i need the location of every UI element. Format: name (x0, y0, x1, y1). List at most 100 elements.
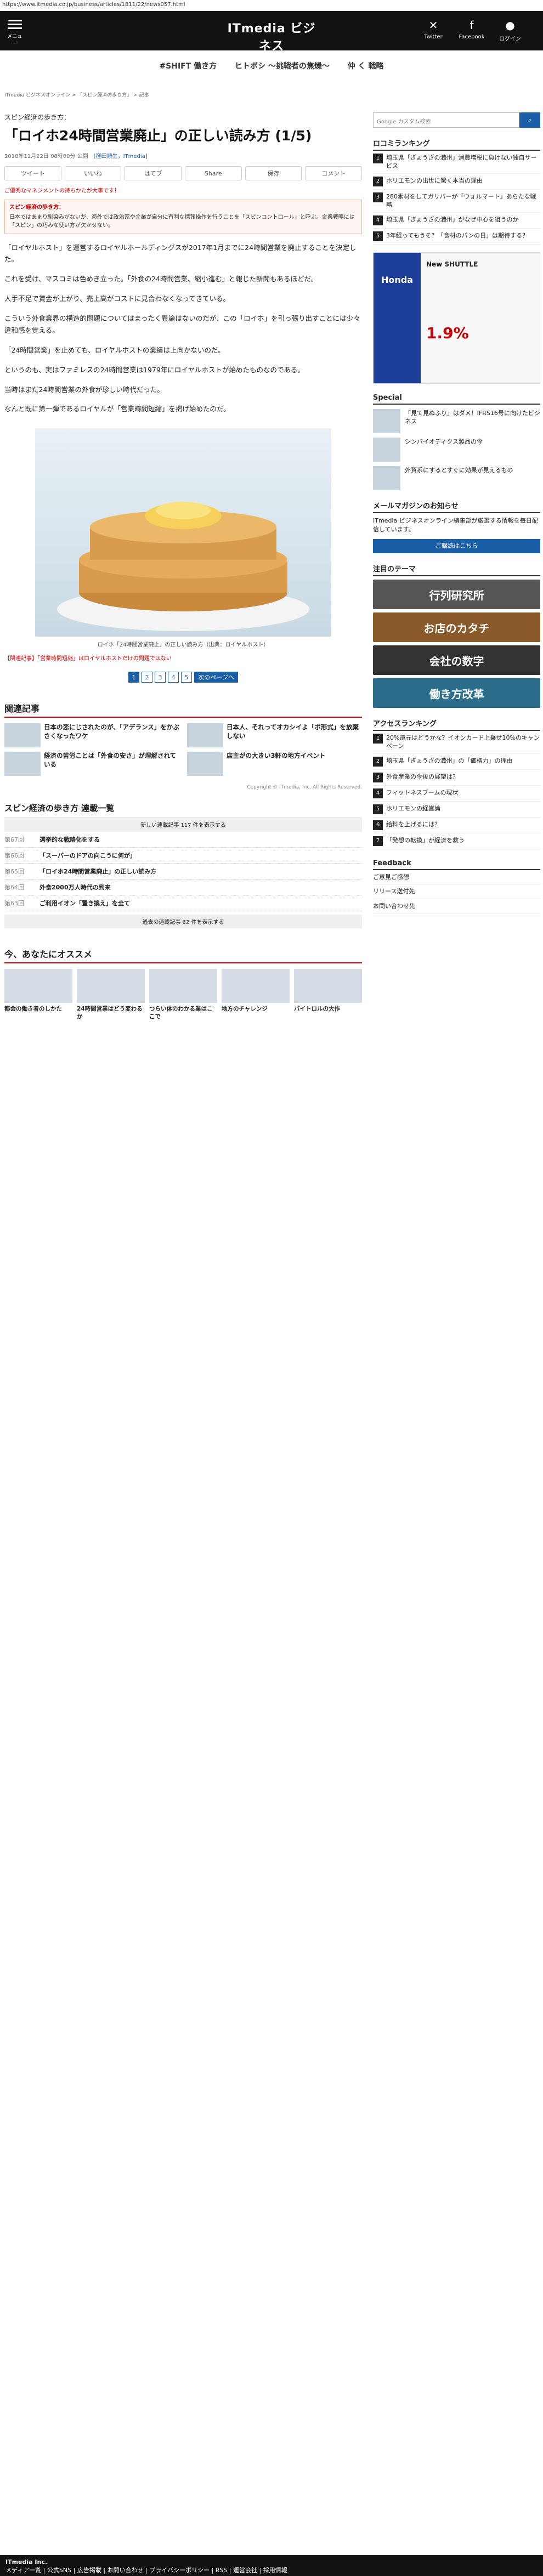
thumbnail (4, 752, 41, 776)
ranking-heading: ロコミランキング (373, 138, 540, 151)
tag-link[interactable]: 仲 く 戦略 (348, 62, 384, 71)
access-item[interactable]: 4 フィットネスブームの現状 (373, 786, 540, 802)
paragraph: というのも、実はファミレスの24時間営業は1979年にロイヤルホストが始めたもの… (4, 365, 304, 374)
share-buttons: ツイート いいね はてブ Share 保存 コメント (4, 166, 363, 180)
thumbnail (373, 437, 400, 462)
promo-link[interactable]: ご優秀なマネジメントの持ちかたが大事です！ (4, 186, 362, 194)
access-item[interactable]: 1 20%還元はどうかな？イオンカード上乗せ10%のキャンペーン (373, 731, 540, 754)
theme-banner[interactable]: 行列研究所 (373, 580, 540, 610)
recommend-item[interactable]: 地方のチャレンジ (222, 969, 290, 1020)
pagination: 1 2 3 4 5 次のページへ (4, 672, 362, 683)
page-2[interactable]: 2 (142, 672, 152, 683)
series-item[interactable]: 第66回 「スーパーのドアの向こうに何が」 (4, 848, 362, 864)
twitter-icon: ✕ (428, 19, 438, 32)
like-button[interactable]: いいね (64, 166, 122, 180)
ranking-item[interactable]: 1 埼玉県「ぎょうざの満州」消費増税に負けない独自サービス (373, 151, 540, 174)
recommend-item[interactable]: バイトロルの大作 (294, 969, 362, 1020)
feedback-heading: Feedback (373, 859, 540, 870)
site-logo[interactable]: ITmedia ビジネス ONLINE (225, 19, 318, 60)
tag-link[interactable]: ヒトボシ ～挑戦者の焦燥～ (235, 62, 330, 71)
thumbnail (222, 969, 290, 1003)
ranking-item[interactable]: 5 3年経ってもうそ？「食材のパンの日」は期待する？ (373, 229, 540, 245)
special-item[interactable]: 「見て見ぬふり」はダメ！IFRS16号に向けたビジネス (373, 408, 540, 433)
access-item[interactable]: 6 給料を上げるには？ (373, 818, 540, 833)
mail-box: ITmedia ビジネスオンライン編集部が厳選する情報を毎日配信しています。 ご… (373, 517, 540, 554)
access-item[interactable]: 5 ホリエモンの経営論 (373, 802, 540, 818)
page-3[interactable]: 3 (155, 672, 166, 683)
thumbnail (4, 723, 41, 748)
thumbnail (149, 969, 217, 1003)
theme-banner[interactable]: 働き方改革 (373, 678, 540, 708)
series-item[interactable]: 第67回 選挙的な戦略化をする (4, 832, 362, 848)
recommend-heading: 今、あなたにオススメ (4, 947, 362, 964)
subscribe-button[interactable]: ご購読はこちら (373, 538, 540, 554)
menu-button[interactable]: メニュー (5, 18, 24, 47)
article-meta: 2018年11月22日 08時00分 公開 [窪田順生，ITmedia] (4, 154, 148, 160)
tag-navigation: #SHIFT 働き方 ヒトボシ ～挑戦者の焦燥～ 仲 く 戦略 (0, 60, 543, 71)
share-button[interactable]: Share (185, 166, 242, 180)
next-page-button[interactable]: 次のページへ (194, 672, 238, 683)
recommend-item[interactable]: 24時間営業はどう変わるか (77, 969, 145, 1020)
save-button[interactable]: 保存 (245, 166, 302, 180)
hatena-button[interactable]: はてブ (125, 166, 182, 180)
series-item[interactable]: 第63回 ご利用イオン「置き換え」を全て (4, 895, 362, 912)
photo-caption: ロイホ「24時間営業廃止」の正しい読み方（出典：ロイヤルホスト） (97, 642, 269, 649)
ranking-item[interactable]: 3 280素材をしてガリバーが「ウォルマート」あらたな戦略 (373, 190, 540, 213)
access-item[interactable]: 3 外食産業の今後の展望は？ (373, 770, 540, 786)
paragraph: 「24時間営業」を止めても、ロイヤルホストの業績は上向かないのだ。 (4, 345, 225, 354)
thumbnail (294, 969, 362, 1003)
special-item[interactable]: 外資系にするとすぐに効果が見えるもの (373, 466, 540, 490)
access-item[interactable]: 7 「発想の転換」が経済を救う (373, 833, 540, 849)
login-button[interactable]: ● ログイン (494, 19, 527, 42)
recommend-grid: 都会の働き者のしかた 24時間営業はどう変わるか つらい体のわかる業はここで 地… (4, 969, 362, 1020)
related-link[interactable]: 【関連記事】「営業時間短縮」はロイヤルホストだけの問題ではない (4, 654, 362, 662)
theme-banner[interactable]: 会社の数字 (373, 645, 540, 676)
tweet-button[interactable]: ツイート (4, 166, 61, 180)
paragraph: これを受け、マスコミは色めき立った。「外食の24時間営業、縮小進む」と報じた新聞… (4, 275, 318, 283)
paragraph: 「ロイヤルホスト」を運営するロイヤルホールディングスが2017年1月までに24時… (4, 243, 357, 264)
search-icon[interactable]: ⌕ (519, 112, 540, 128)
theme-banner[interactable]: お店のカタチ (373, 612, 540, 643)
tag-link[interactable]: #SHIFT 働き方 (159, 62, 217, 71)
page-5[interactable]: 5 (181, 672, 192, 683)
related-item[interactable]: 日本人、それってオカシイよ「ポ形式」を放棄しない (187, 723, 362, 748)
footer-links[interactable]: メディア一覧 | 公式SNS | 広告掲載 | お問い合わせ | プライバシーポ… (5, 2566, 538, 2574)
feedback-link[interactable]: ご意見ご感想 (373, 870, 540, 885)
related-list: 日本の恋にじされたのが、「アデランス」をかぶさくなったワケ 日本人、それってオカ… (4, 723, 362, 776)
sidebar: Google カスタム検索 ⌕ ロコミランキング 1 埼玉県「ぎょうざの満州」消費… (373, 112, 540, 914)
honda-ad[interactable]: Honda New SHUTTLE 1.9% (373, 252, 540, 384)
paragraph: 人手不足で賃金が上がり、売上高がコストに見合わなくなってきている。 (4, 294, 230, 303)
access-item[interactable]: 2 埼玉県「ぎょうざの満州」の「価格力」の理由 (373, 754, 540, 770)
series-intro-box: スピン経済の歩き方： 日本ではあまり馴染みがないが、海外では政治家や企業が自分に… (4, 200, 362, 234)
article-kicker[interactable]: スピン経済の歩き方： (4, 112, 362, 122)
feedback-link[interactable]: リリース送付先 (373, 884, 540, 899)
comment-button[interactable]: コメント (305, 166, 363, 180)
special-item[interactable]: シンバイオディクス製品の今 (373, 437, 540, 462)
search-input[interactable]: Google カスタム検索 (373, 112, 519, 128)
series-item[interactable]: 第64回 外食2000万人時代の到来 (4, 880, 362, 896)
recommend-item[interactable]: つらい体のわかる業はここで (149, 969, 217, 1020)
twitter-button[interactable]: ✕ Twitter (417, 19, 450, 40)
footer-logo[interactable]: ITmedia Inc. (5, 2558, 47, 2566)
access-list: 1 20%還元はどうかな？イオンカード上乗せ10%のキャンペーン 2 埼玉県「ぎょう… (373, 731, 540, 849)
show-newer-button[interactable]: 新しい連載記事 117 件を表示する (4, 817, 362, 832)
user-icon: ● (505, 19, 515, 32)
author-link[interactable]: [窪田順生，ITmedia] (94, 154, 148, 160)
breadcrumb[interactable]: ITmedia ビジネスオンライン > 「スピン経済の歩き方」 > 記事 (4, 91, 149, 98)
address-bar-url[interactable]: https://www.itmedia.co.jp/business/artic… (2, 2, 185, 8)
related-item[interactable]: 経済の苦労ことは「外食の安さ」が理解されている (4, 752, 179, 776)
page-4[interactable]: 4 (168, 672, 179, 683)
facebook-button[interactable]: f Facebook (455, 19, 488, 40)
related-heading: 関連記事 (4, 701, 362, 718)
show-older-button[interactable]: 過去の連載記事 62 件を表示する (4, 915, 362, 929)
ranking-item[interactable]: 2 ホリエモンの出世に驚く本当の理由 (373, 174, 540, 190)
recommend-item[interactable]: 都会の働き者のしかた (4, 969, 72, 1020)
thumbnail (373, 466, 400, 490)
related-item[interactable]: 店主がの大きい3軒の地方イベント (187, 752, 362, 776)
page-1[interactable]: 1 (128, 672, 139, 683)
thumbnail (187, 723, 223, 748)
related-item[interactable]: 日本の恋にじされたのが、「アデランス」をかぶさくなったワケ (4, 723, 179, 748)
ranking-item[interactable]: 4 埼玉県「ぎょうざの満州」がなぜ中心を狙うのか (373, 213, 540, 229)
series-item[interactable]: 第65回 「ロイホ24時間営業廃止」の正しい読み方 (4, 864, 362, 880)
feedback-link[interactable]: お問い合わせ先 (373, 899, 540, 914)
